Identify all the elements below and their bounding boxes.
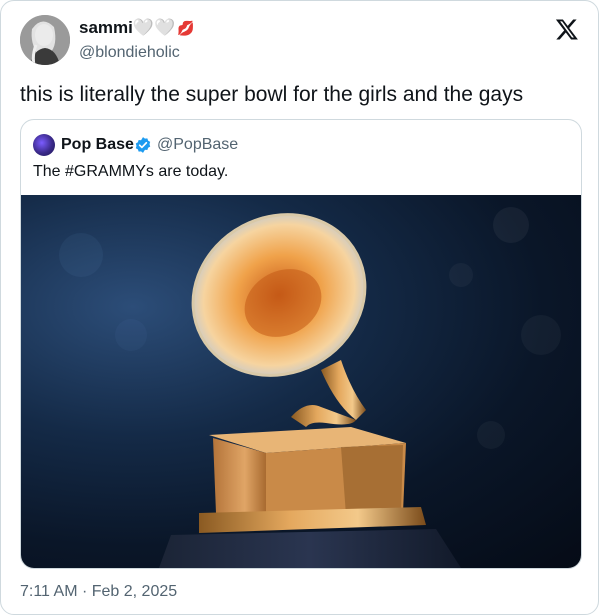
grammy-trophy-image[interactable] [21, 195, 581, 568]
quoted-author-name[interactable]: Pop Base [61, 134, 134, 156]
tweet-text: this is literally the super bowl for the… [20, 83, 524, 106]
tweet-card: sammi🤍🤍 💋 @blondieholic this is literall… [0, 0, 599, 615]
verified-badge-icon [135, 137, 151, 153]
author-display-name: sammi🤍🤍 [79, 18, 176, 37]
quoted-author-handle[interactable]: @PopBase [157, 134, 238, 156]
profile-photo-icon [20, 15, 70, 65]
quoted-tweet-text: The #GRAMMYs are today. [33, 163, 229, 180]
author-avatar[interactable] [20, 15, 70, 65]
quoted-tweet[interactable]: Pop Base @PopBase The #GRAMMYs are today… [20, 119, 582, 569]
x-logo-icon[interactable] [554, 17, 580, 41]
author-name[interactable]: sammi🤍🤍 💋 [79, 17, 195, 39]
quoted-author-avatar[interactable] [33, 134, 55, 156]
tweet-timestamp[interactable]: 7:11 AM · Feb 2, 2025 [20, 581, 177, 603]
author-handle[interactable]: @blondieholic [79, 43, 180, 63]
grammy-trophy-icon [59, 207, 561, 568]
kiss-emoji-icon: 💋 [177, 20, 195, 36]
